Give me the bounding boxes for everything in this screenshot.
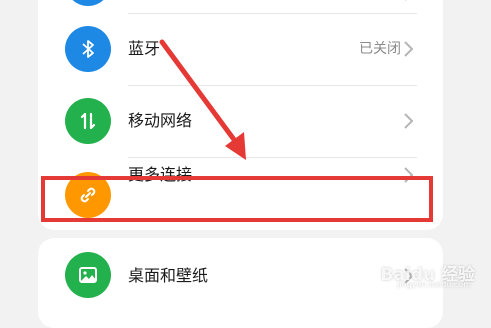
annotation-arrow: [159, 39, 246, 160]
baidu-watermark: Baidu 经验 jingyan.baidu.com: [381, 260, 475, 289]
watermark-subtext: jingyan.baidu.com: [397, 280, 471, 289]
